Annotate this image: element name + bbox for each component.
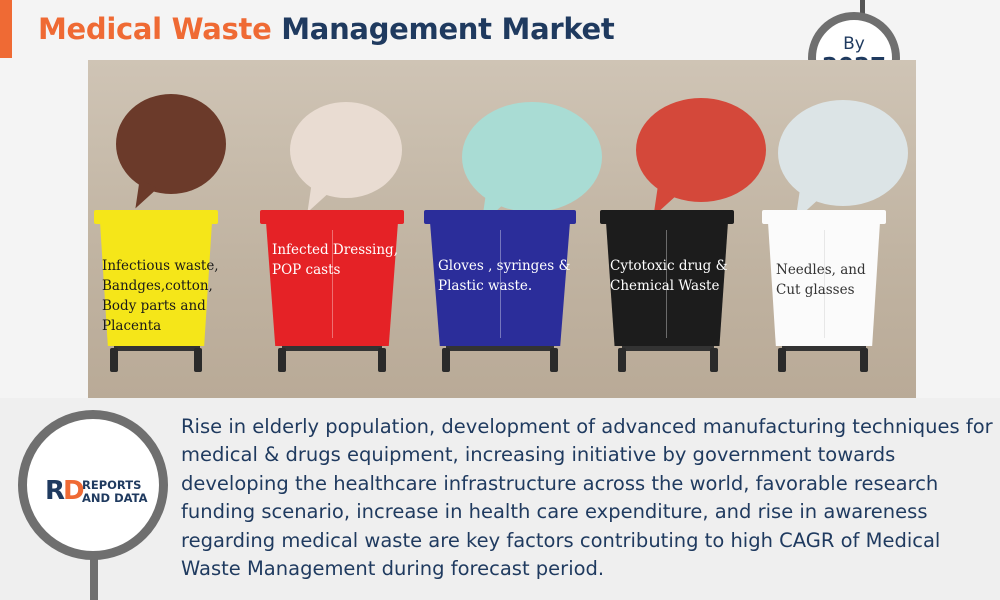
bubble-needles (778, 100, 908, 226)
bin-label: Infectious waste, Bandges,cotton, Body par… (102, 258, 219, 334)
bin-lid (600, 210, 734, 224)
bin-axle (446, 346, 554, 351)
bin-wheel (442, 348, 450, 372)
bin-wheel (710, 348, 718, 372)
market-description: Rise in elderly population, development … (181, 415, 993, 581)
bin-axle (282, 346, 382, 351)
bubble-cytotoxic (636, 98, 766, 222)
title-highlight: Medical Waste (38, 12, 272, 46)
waste-bins-illustration: Infectious waste, Bandges,cotton, Body par… (88, 60, 916, 398)
bin-label: Gloves , syringes & Plastic waste. (438, 258, 571, 294)
bin-axle (782, 346, 866, 351)
accent-bar (0, 0, 12, 58)
bin-wheel (550, 348, 558, 372)
bubble-tail (126, 178, 158, 214)
bubble-dressing (290, 102, 402, 218)
bin-axle (114, 346, 200, 351)
bin-label: Needles, and Cut glasses (776, 262, 866, 298)
bin-lid (424, 210, 576, 224)
bin-label: Infected Dressing, POP casts (272, 242, 398, 278)
bubble-infectious (116, 94, 226, 214)
page-title: Medical Waste Management Market (38, 12, 615, 46)
bin-wheel (194, 348, 202, 372)
bin-wheel (378, 348, 386, 372)
logo-mark: RD (45, 476, 85, 506)
bin-wheel (778, 348, 786, 372)
bubble-gloves (462, 102, 602, 230)
bin-wheel (860, 348, 868, 372)
bin-wheel (110, 348, 118, 372)
bin-axle (622, 346, 714, 351)
bin-wheel (278, 348, 286, 372)
badge-by: By (843, 34, 865, 54)
logo-text: REPORTS AND DATA (82, 478, 148, 505)
bin-lid (260, 210, 404, 224)
bin-lid (762, 210, 886, 224)
bin-label: Cytotoxic drug & Chemical Waste (610, 258, 728, 294)
reports-and-data-logo: RD REPORTS AND DATA (18, 410, 168, 560)
title-rest: Management Market (281, 12, 615, 46)
bin-lid (94, 210, 218, 224)
bin-wheel (618, 348, 626, 372)
